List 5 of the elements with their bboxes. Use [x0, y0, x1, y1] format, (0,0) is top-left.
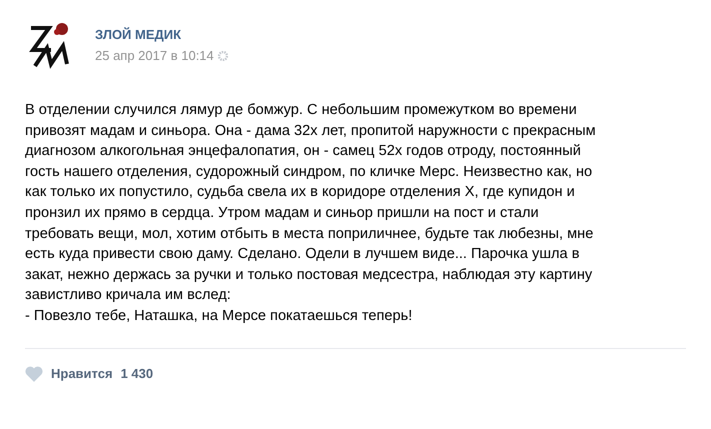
like-button[interactable]: Нравится 1 430 — [25, 366, 154, 382]
post-date: 25 апр 2017 в 10:14 — [95, 48, 214, 63]
gear-icon[interactable] — [218, 50, 228, 60]
post-text: В отделении случился лямур де бомжур. С небольшим промежутком во времени привозят мадам и синьора. Она - дама 32х лет, пропитой наружности с прекрасным диагнозом алкогольная энцефалопатия, он - самец 52х годов отроду, постоянный гость нашего отделения, судорожный синдром, по кличке Мерс. Неизвестно как, но как только их попустило, судьба свела их в коридоре отделения Х, где купидон и пронзил их прямо в сердца. Утром мадам и синьор пришли на пост и стали требовать вещи, мол, хотим отбыть в места поприличнее, будьте так любезны, мне есть куда привести свою даму. Сделано. Одели в лучшем виде... Парочка ушла в закат, нежно держась за ручки и только постовая медсестра, наблюдая эту картину завистливо кричала им вслед: - Повезло тебе, Наташка, на Мерсе покатаешься теперь! — [25, 101, 597, 326]
author-name[interactable]: ЗЛОЙ МЕДИК — [95, 27, 228, 42]
